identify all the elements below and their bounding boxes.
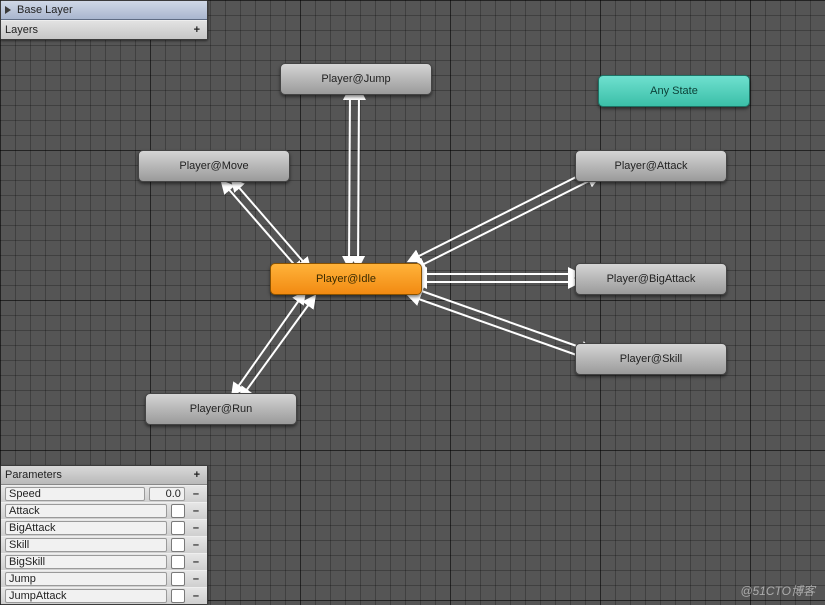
parameter-row: Jump –: [1, 570, 207, 587]
state-run[interactable]: Player@Run: [145, 393, 297, 425]
base-layer-label: Base Layer: [17, 4, 73, 16]
parameter-name-field[interactable]: Jump: [5, 572, 167, 586]
parameter-checkbox[interactable]: [171, 589, 185, 603]
watermark: @51CTO博客: [740, 582, 815, 599]
transition-move-idle: [225, 185, 299, 270]
parameter-checkbox[interactable]: [171, 572, 185, 586]
parameter-checkbox[interactable]: [171, 538, 185, 552]
parameter-name-field[interactable]: Attack: [5, 504, 167, 518]
transition-idle-skill: [416, 289, 588, 350]
parameter-row: Speed 0.0–: [1, 485, 207, 502]
parameter-value-field[interactable]: 0.0: [149, 487, 185, 501]
add-parameter-button[interactable]: +: [191, 469, 203, 481]
layers-row: Layers +: [1, 20, 207, 39]
parameter-name-field[interactable]: JumpAttack: [5, 589, 167, 603]
transition-idle-attack: [418, 178, 595, 267]
play-icon: [5, 6, 11, 14]
transition-skill-idle: [413, 297, 585, 358]
parameters-panel: Parameters + Speed0.0–Attack–BigAttack–S…: [0, 465, 208, 605]
state-attack[interactable]: Player@Attack: [575, 150, 727, 182]
state-bigattack[interactable]: Player@BigAttack: [575, 263, 727, 295]
base-layer-tab[interactable]: Base Layer: [1, 1, 207, 20]
transition-idle-move: [235, 183, 307, 266]
transition-idle-run: [243, 300, 312, 395]
remove-parameter-button[interactable]: –: [189, 556, 203, 568]
parameter-row: Skill –: [1, 536, 207, 553]
state-skill[interactable]: Player@Skill: [575, 343, 727, 375]
state-jump[interactable]: Player@Jump: [280, 63, 432, 95]
parameter-name-field[interactable]: BigAttack: [5, 521, 167, 535]
transition-run-idle: [235, 296, 302, 391]
parameters-header: Parameters +: [1, 466, 207, 485]
layers-panel: Base Layer Layers +: [0, 0, 208, 40]
remove-parameter-button[interactable]: –: [189, 505, 203, 517]
transition-idle-jump: [349, 93, 350, 263]
transition-jump-idle: [358, 93, 359, 263]
parameter-checkbox[interactable]: [171, 555, 185, 569]
parameter-checkbox[interactable]: [171, 504, 185, 518]
remove-parameter-button[interactable]: –: [189, 488, 203, 500]
remove-parameter-button[interactable]: –: [189, 539, 203, 551]
parameter-name-field[interactable]: Skill: [5, 538, 167, 552]
remove-parameter-button[interactable]: –: [189, 522, 203, 534]
parameters-title: Parameters: [5, 469, 62, 481]
state-idle[interactable]: Player@Idle: [270, 263, 422, 295]
parameter-row: BigAttack –: [1, 519, 207, 536]
add-layer-button[interactable]: +: [191, 24, 203, 36]
state-any[interactable]: Any State: [598, 75, 750, 107]
parameter-checkbox[interactable]: [171, 521, 185, 535]
state-move[interactable]: Player@Move: [138, 150, 290, 182]
parameter-name-field[interactable]: BigSkill: [5, 555, 167, 569]
transition-attack-idle: [413, 170, 590, 259]
remove-parameter-button[interactable]: –: [189, 573, 203, 585]
parameter-row: JumpAttack –: [1, 587, 207, 604]
parameter-row: BigSkill –: [1, 553, 207, 570]
remove-parameter-button[interactable]: –: [189, 590, 203, 602]
layers-label: Layers: [5, 24, 38, 36]
parameter-row: Attack –: [1, 502, 207, 519]
parameter-name-field[interactable]: Speed: [5, 487, 145, 501]
